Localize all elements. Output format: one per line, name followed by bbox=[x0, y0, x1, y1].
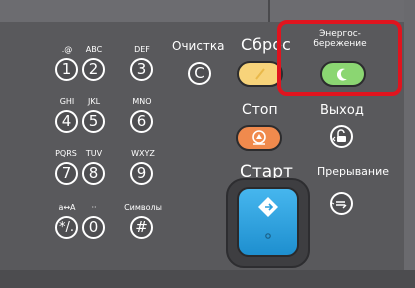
key-3[interactable]: 3 bbox=[130, 58, 153, 81]
key-2-sublabel: ABC bbox=[85, 45, 103, 54]
key-4-sublabel: GHI bbox=[59, 97, 75, 106]
stop-button[interactable] bbox=[236, 125, 282, 151]
key-hash[interactable]: # bbox=[130, 216, 153, 239]
interrupt-button[interactable] bbox=[330, 192, 353, 215]
key-9-sublabel: WXYZ bbox=[131, 149, 155, 158]
start-icon bbox=[258, 197, 278, 239]
key-5-sublabel: JKL bbox=[87, 97, 101, 106]
logout-button[interactable] bbox=[330, 125, 353, 148]
logout-label: Выход bbox=[320, 103, 364, 118]
key-0-sublabel: ·· bbox=[91, 203, 97, 212]
key-0[interactable]: 0 bbox=[82, 216, 105, 239]
stop-label: Стоп bbox=[242, 102, 278, 118]
panel-top-strip bbox=[0, 0, 415, 22]
key-8-sublabel: TUV bbox=[85, 149, 103, 158]
interrupt-icon bbox=[332, 201, 347, 209]
key-4[interactable]: 4 bbox=[55, 110, 78, 133]
key-6[interactable]: 6 bbox=[130, 110, 153, 133]
key-9[interactable]: 9 bbox=[130, 162, 153, 185]
key-7-sublabel: PQRS bbox=[55, 149, 77, 158]
key-1[interactable]: 1 bbox=[55, 58, 78, 81]
key-7[interactable]: 7 bbox=[55, 162, 78, 185]
start-button[interactable] bbox=[237, 187, 299, 257]
reset-icon bbox=[255, 68, 265, 80]
logout-icon bbox=[332, 129, 346, 142]
clear-label: Очистка bbox=[172, 39, 225, 53]
key-star[interactable]: */. bbox=[55, 216, 78, 239]
highlight-frame bbox=[277, 20, 402, 96]
key-1-sublabel: .@ bbox=[61, 45, 73, 54]
key-3-sublabel: DEF bbox=[134, 45, 150, 54]
panel-bottom-edge bbox=[0, 270, 415, 288]
panel-right-edge bbox=[404, 0, 415, 288]
key-star-sublabel: a↔A bbox=[58, 203, 76, 212]
interrupt-label: Прерывание bbox=[317, 165, 390, 178]
key-2[interactable]: 2 bbox=[82, 58, 105, 81]
stop-icon bbox=[252, 130, 266, 145]
control-panel: .@ 1 ABC 2 DEF 3 GHI 4 JKL 5 MNO 6 PQRS … bbox=[0, 0, 415, 288]
key-5[interactable]: 5 bbox=[82, 110, 105, 133]
key-hash-sublabel: Символы bbox=[124, 203, 162, 212]
key-8[interactable]: 8 bbox=[82, 162, 105, 185]
clear-button[interactable]: C bbox=[188, 62, 211, 85]
key-6-sublabel: MNO bbox=[132, 97, 152, 106]
